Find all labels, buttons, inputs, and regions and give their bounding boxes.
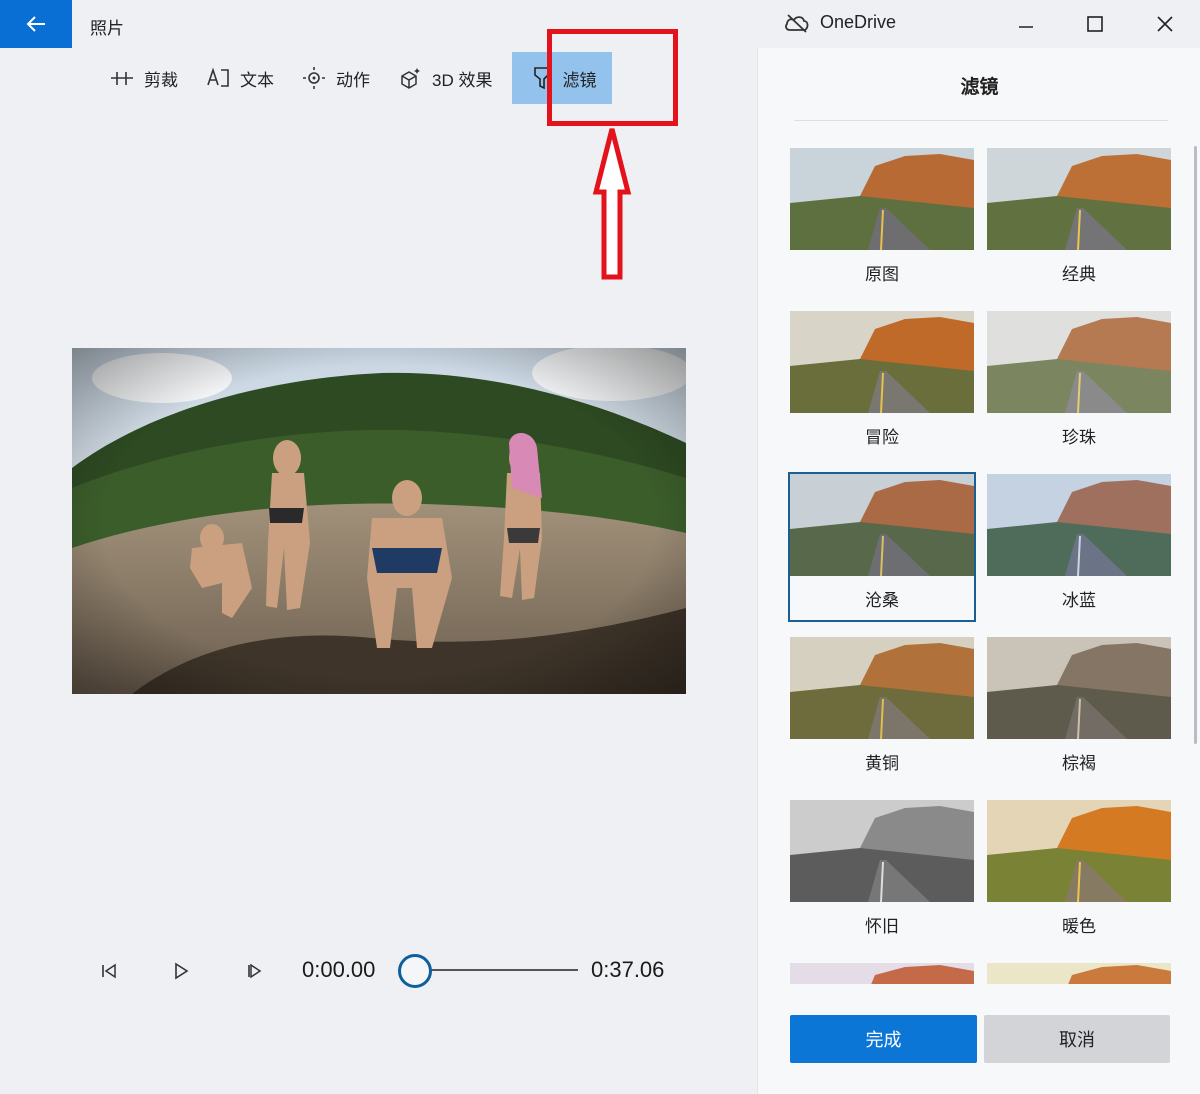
- filter-label: 沧桑: [865, 591, 899, 610]
- current-time: 0:00.00: [302, 957, 376, 982]
- filter-grid: 原图 经典 冒险 珍珠 沧桑 冰蓝 黄铜 棕褐 怀旧 暖色: [788, 146, 1174, 984]
- minimize-button[interactable]: [1004, 8, 1048, 40]
- filter-label: 珍珠: [1062, 428, 1096, 447]
- panel-divider: [794, 120, 1168, 121]
- filter-thumbnail: [987, 148, 1171, 250]
- step-forward-icon: [248, 963, 262, 979]
- minimize-icon: [1019, 26, 1033, 28]
- onedrive-status[interactable]: OneDrive: [784, 12, 896, 33]
- filter-thumbnail: [790, 311, 974, 413]
- filter-panel: 滤镜 原图 经典 冒险 珍珠 沧桑 冰蓝 黄铜 棕褐 怀旧 暖色 完成 取消: [757, 48, 1200, 1094]
- video-preview[interactable]: [72, 348, 686, 694]
- previous-frame-button[interactable]: [96, 958, 122, 984]
- filter-label: 暖色: [1062, 917, 1096, 936]
- back-button[interactable]: [0, 0, 72, 48]
- tool-text-label: 文本: [240, 70, 274, 90]
- maximize-icon: [1087, 16, 1103, 32]
- filter-label: 棕褐: [1062, 754, 1096, 773]
- filter-label: 黄铜: [865, 754, 899, 773]
- tool-trim-label: 剪裁: [144, 70, 178, 90]
- app-title: 照片: [90, 19, 124, 38]
- filter-label: 原图: [865, 265, 899, 284]
- panel-scrollbar[interactable]: [1194, 146, 1197, 744]
- trim-icon: [111, 72, 133, 85]
- filter-tile-original[interactable]: 原图: [788, 146, 976, 296]
- filter-label: 怀旧: [865, 917, 899, 936]
- filter-thumbnail: [987, 311, 1171, 413]
- seek-thumb[interactable]: [398, 954, 432, 988]
- next-frame-button[interactable]: [240, 958, 266, 984]
- play-button[interactable]: [168, 958, 194, 984]
- filter-tile-adventure[interactable]: 冒险: [788, 309, 976, 459]
- filter-thumbnail: [987, 800, 1171, 902]
- filter-tile-sepia[interactable]: 棕褐: [985, 635, 1173, 785]
- filter-thumbnail: [987, 474, 1171, 576]
- filter-tile-vintage[interactable]: 怀旧: [788, 798, 976, 948]
- filter-label: 冒险: [865, 428, 899, 447]
- filter-thumbnail: [790, 148, 974, 250]
- step-back-icon: [102, 963, 116, 979]
- filter-tile-ice[interactable]: 冰蓝: [985, 472, 1173, 622]
- filter-tile-partial[interactable]: [788, 961, 976, 984]
- close-button[interactable]: [1143, 8, 1187, 40]
- filter-tile-weathered[interactable]: 沧桑: [788, 472, 976, 622]
- filter-thumbnail: [790, 474, 974, 576]
- text-icon: [207, 67, 229, 87]
- arrow-left-icon: [26, 16, 45, 32]
- motion-icon: [303, 67, 325, 89]
- video-frame-image: [72, 348, 686, 694]
- seek-track[interactable]: [416, 969, 578, 971]
- cancel-button[interactable]: 取消: [984, 1015, 1170, 1063]
- tool-motion[interactable]: 动作: [288, 52, 384, 104]
- annotation-arrow-icon: [592, 128, 632, 280]
- filter-thumbnail: [987, 637, 1171, 739]
- filter-label: 经典: [1062, 265, 1096, 284]
- filter-thumbnail: [790, 800, 974, 902]
- edit-toolbar: 剪裁 文本 动作 3D 效果 滤镜: [96, 52, 613, 104]
- maximize-button[interactable]: [1073, 8, 1117, 40]
- filter-thumbnail: [790, 963, 974, 984]
- cloud-offline-icon: [785, 13, 809, 33]
- tool-text[interactable]: 文本: [192, 52, 288, 104]
- play-icon: [175, 962, 189, 980]
- filter-tile-partial[interactable]: [985, 961, 1173, 984]
- panel-title: 滤镜: [960, 77, 999, 98]
- onedrive-label: OneDrive: [820, 12, 897, 32]
- tool-trim[interactable]: 剪裁: [96, 52, 192, 104]
- tool-3d-effects[interactable]: 3D 效果: [384, 52, 506, 104]
- filter-tile-pearl[interactable]: 珍珠: [985, 309, 1173, 459]
- effects-3d-icon: [401, 68, 420, 89]
- duration: 0:37.06: [591, 957, 665, 982]
- filter-thumbnail: [790, 637, 974, 739]
- filter-tile-classic[interactable]: 经典: [985, 146, 1173, 296]
- filter-label: 冰蓝: [1062, 591, 1096, 610]
- filter-tile-warm[interactable]: 暖色: [985, 798, 1173, 948]
- annotation-highlight-box: [547, 29, 678, 126]
- filter-thumbnail: [987, 963, 1171, 984]
- done-button[interactable]: 完成: [790, 1015, 977, 1063]
- filter-tile-brass[interactable]: 黄铜: [788, 635, 976, 785]
- tool-motion-label: 动作: [336, 70, 370, 90]
- close-icon: [1157, 16, 1173, 32]
- tool-3d-effects-label: 3D 效果: [432, 70, 493, 90]
